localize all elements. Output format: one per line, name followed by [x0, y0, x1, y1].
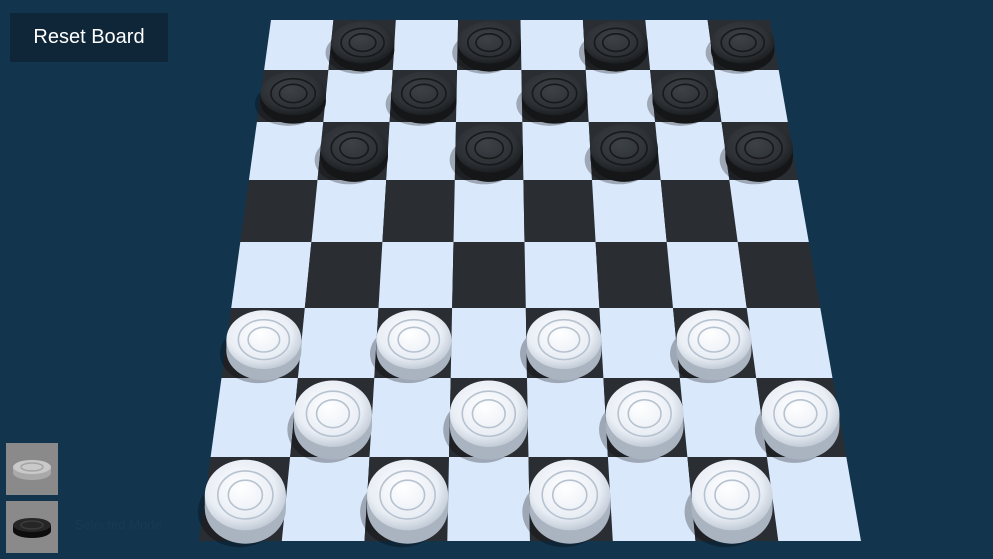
- board-square-r4c5[interactable]: [595, 242, 673, 308]
- board-square-r7c3[interactable]: [447, 457, 530, 541]
- white-piece-select-button[interactable]: [6, 443, 58, 495]
- board-square-r0c0[interactable]: [264, 20, 334, 70]
- board-square-r7c5[interactable]: [607, 457, 696, 541]
- board-square-r1c3[interactable]: [456, 70, 523, 122]
- board-square-r6c2[interactable]: [369, 378, 451, 457]
- board-square-r3c1[interactable]: [311, 180, 387, 242]
- board-square-r3c7[interactable]: [729, 180, 809, 242]
- board-square-r3c2[interactable]: [382, 180, 455, 242]
- board-square-r2c6[interactable]: [655, 122, 730, 180]
- board-square-r2c2[interactable]: [386, 122, 456, 180]
- board-square-r3c4[interactable]: [523, 180, 596, 242]
- board-square-r3c5[interactable]: [592, 180, 667, 242]
- board-square-r4c2[interactable]: [378, 242, 454, 308]
- board-square-r6c6[interactable]: [679, 378, 767, 457]
- board-square-r6c4[interactable]: [527, 378, 608, 457]
- board-square-r5c1[interactable]: [297, 308, 379, 378]
- board-square-r1c5[interactable]: [585, 70, 656, 122]
- white-checker-icon: [13, 460, 51, 480]
- board-square-r4c0[interactable]: [231, 242, 312, 308]
- board-square-r1c1[interactable]: [323, 70, 393, 122]
- board-square-r3c3[interactable]: [453, 180, 525, 242]
- board-square-r2c0[interactable]: [248, 122, 324, 180]
- board-square-r4c4[interactable]: [524, 242, 600, 308]
- selected-mode-label: Selected Mode: [75, 517, 162, 532]
- board-square-r0c2[interactable]: [392, 20, 459, 70]
- black-checker-icon: [13, 518, 51, 538]
- board-square-r3c6[interactable]: [660, 180, 738, 242]
- board-square-r6c0[interactable]: [210, 378, 298, 457]
- board-square-r7c1[interactable]: [281, 457, 370, 541]
- board-square-r1c7[interactable]: [714, 70, 788, 122]
- board-square-r4c7[interactable]: [737, 242, 821, 308]
- board-square-r5c3[interactable]: [450, 308, 527, 378]
- board-square-r4c3[interactable]: [452, 242, 526, 308]
- board-square-r3c0[interactable]: [240, 180, 318, 242]
- board-square-r5c5[interactable]: [599, 308, 680, 378]
- board-square-r7c7[interactable]: [766, 457, 861, 541]
- board-square-r0c4[interactable]: [520, 20, 586, 70]
- board-square-r0c6[interactable]: [645, 20, 715, 70]
- board-square-r2c4[interactable]: [522, 122, 592, 180]
- checkers-board[interactable]: [0, 0, 993, 559]
- board-square-r4c6[interactable]: [666, 242, 747, 308]
- black-piece-select-button[interactable]: [6, 501, 58, 553]
- board-square-r5c7[interactable]: [746, 308, 833, 378]
- board-square-r4c1[interactable]: [304, 242, 383, 308]
